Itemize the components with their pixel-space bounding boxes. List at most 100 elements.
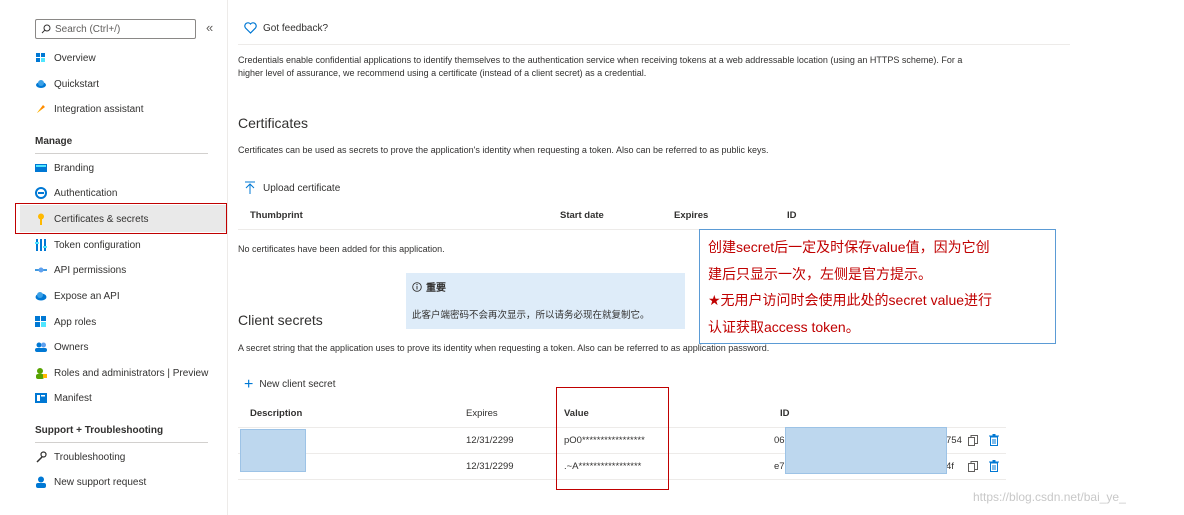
watermark: https://blog.csdn.net/bai_ye_ [973,490,1126,504]
sidebar-item-label: Owners [54,341,89,353]
secret-id-start: e7 [774,461,785,472]
column-header-expires[interactable]: Expires [466,408,498,419]
heart-icon [244,22,257,34]
rocket-icon [35,103,47,115]
overview-grid-icon [35,52,47,64]
sidebar-item-expose-an-api[interactable]: Expose an API [35,285,120,307]
client-secrets-description: A secret string that the application use… [238,343,770,353]
annotation-line: 认证获取access token。 [708,318,860,335]
column-header-start-date[interactable]: Start date [560,210,604,221]
important-body: 此客户端密码不会再次显示，所以请务必现在就复制它。 [412,310,650,321]
sidebar-item-label: Expose an API [54,290,120,302]
intro-text: Credentials enable confidential applicat… [238,55,963,78]
sidebar-item-troubleshooting[interactable]: Troubleshooting [35,446,125,468]
column-header-description[interactable]: Description [250,408,302,419]
annotation-line: ★无用户访问时会使用此处的secret value进行 [708,292,993,308]
sidebar-item-new-support-request[interactable]: New support request [35,471,146,493]
plus-icon: + [244,375,254,393]
new-client-secret-label: New client secret [259,379,336,390]
annotation-callout: 创建secret后一定及时保存value值，因为它创 建后只显示一次，左侧是官方… [699,229,1056,344]
search-placeholder: Search (Ctrl+/) [55,23,121,35]
annotation-line: 建后只显示一次，左侧是官方提示。 [708,265,932,282]
redaction-mask-description [240,429,306,472]
column-header-thumbprint[interactable]: Thumbprint [250,210,303,221]
certificates-title: Certificates [238,115,309,131]
feedback-link[interactable]: Got feedback? [244,22,328,34]
sidebar-item-label: Authentication [54,187,118,199]
sidebar-item-branding[interactable]: Branding [35,157,94,179]
sidebar-item-label: Manifest [54,392,92,404]
sidebar-item-label: Troubleshooting [54,451,126,463]
sidebar-item-manifest[interactable]: Manifest [35,387,92,409]
sidebar-item-owners[interactable]: Owners [35,336,88,358]
sidebar-item-integration-assistant[interactable]: Integration assistant [35,98,144,120]
sidebar-item-label: Roles and administrators | Preview [54,367,209,379]
sidebar-item-token-configuration[interactable]: Token configuration [35,234,141,256]
certificates-empty-message: No certificates have been added for this… [238,244,445,254]
owners-icon [35,341,47,353]
divider [35,153,208,154]
secret-id-end: 754 [946,435,962,446]
search-input[interactable]: Search (Ctrl+/) [35,19,196,39]
important-title-label: 重要 [426,283,446,294]
client-secrets-title: Client secrets [238,312,323,328]
sidebar-item-api-permissions[interactable]: API permissions [35,259,126,281]
upload-certificate-label: Upload certificate [263,182,341,194]
secret-id-end: 4f [946,461,954,472]
sidebar-item-label: API permissions [54,264,127,276]
cloud-quickstart-icon [35,78,47,90]
sidebar-item-overview[interactable]: Overview [35,47,96,69]
sidebar-item-label: Overview [54,52,96,64]
branding-icon [35,162,47,174]
authentication-icon [35,187,47,199]
token-config-icon [35,239,47,251]
divider [238,229,708,230]
secret-expires: 12/31/2299 [466,435,514,446]
api-permissions-icon [35,264,47,276]
divider [238,44,1070,45]
secret-expires: 12/31/2299 [466,461,514,472]
sidebar-item-quickstart[interactable]: Quickstart [35,73,99,95]
delete-icon[interactable] [989,460,999,472]
sidebar-item-authentication[interactable]: Authentication [35,182,117,204]
upload-icon [245,181,255,194]
sidebar-item-label: Integration assistant [54,103,144,115]
collapse-sidebar-button[interactable]: « [206,20,213,35]
certificates-description: Certificates can be used as secrets to p… [238,145,769,155]
cloud-api-icon [35,290,47,302]
manifest-icon [35,392,47,404]
copy-icon[interactable] [968,461,978,472]
sidebar: Search (Ctrl+/) « Overview Quickstart In… [15,0,228,515]
sidebar-item-app-roles[interactable]: App roles [35,311,96,333]
roles-admin-icon [35,367,47,379]
search-icon [41,24,51,34]
highlight-box-value [556,387,669,490]
annotation-line: 创建secret后一定及时保存value值，因为它创 [708,239,990,255]
sidebar-item-label: Token configuration [54,239,141,251]
manage-section-title: Manage [35,136,73,147]
wrench-icon [35,451,47,463]
sidebar-item-roles-and-administrators[interactable]: Roles and administrators | Preview [35,362,208,384]
sidebar-item-label: Branding [54,162,95,174]
feedback-label: Got feedback? [263,22,329,34]
column-header-id[interactable]: ID [780,408,790,419]
sidebar-item-label: New support request [54,476,147,488]
highlight-box-certificates [15,203,227,234]
important-title: 重要 [412,279,446,294]
sidebar-item-label: Quickstart [54,78,100,90]
column-header-expires[interactable]: Expires [674,210,708,221]
column-header-id[interactable]: ID [787,210,797,221]
support-section-title: Support + Troubleshooting [35,425,164,436]
redaction-mask-id [785,427,947,474]
info-icon [412,281,422,292]
support-person-icon [35,476,47,488]
sidebar-item-label: App roles [54,316,97,328]
important-notice: 重要 此客户端密码不会再次显示，所以请务必现在就复制它。 [406,273,685,329]
divider [35,442,208,443]
new-client-secret-button[interactable]: + New client secret [244,375,336,393]
upload-certificate-button[interactable]: Upload certificate [244,181,340,195]
secret-id-start: 06 [774,435,785,446]
copy-icon[interactable] [968,435,978,446]
app-roles-icon [35,316,47,328]
delete-icon[interactable] [989,434,999,446]
